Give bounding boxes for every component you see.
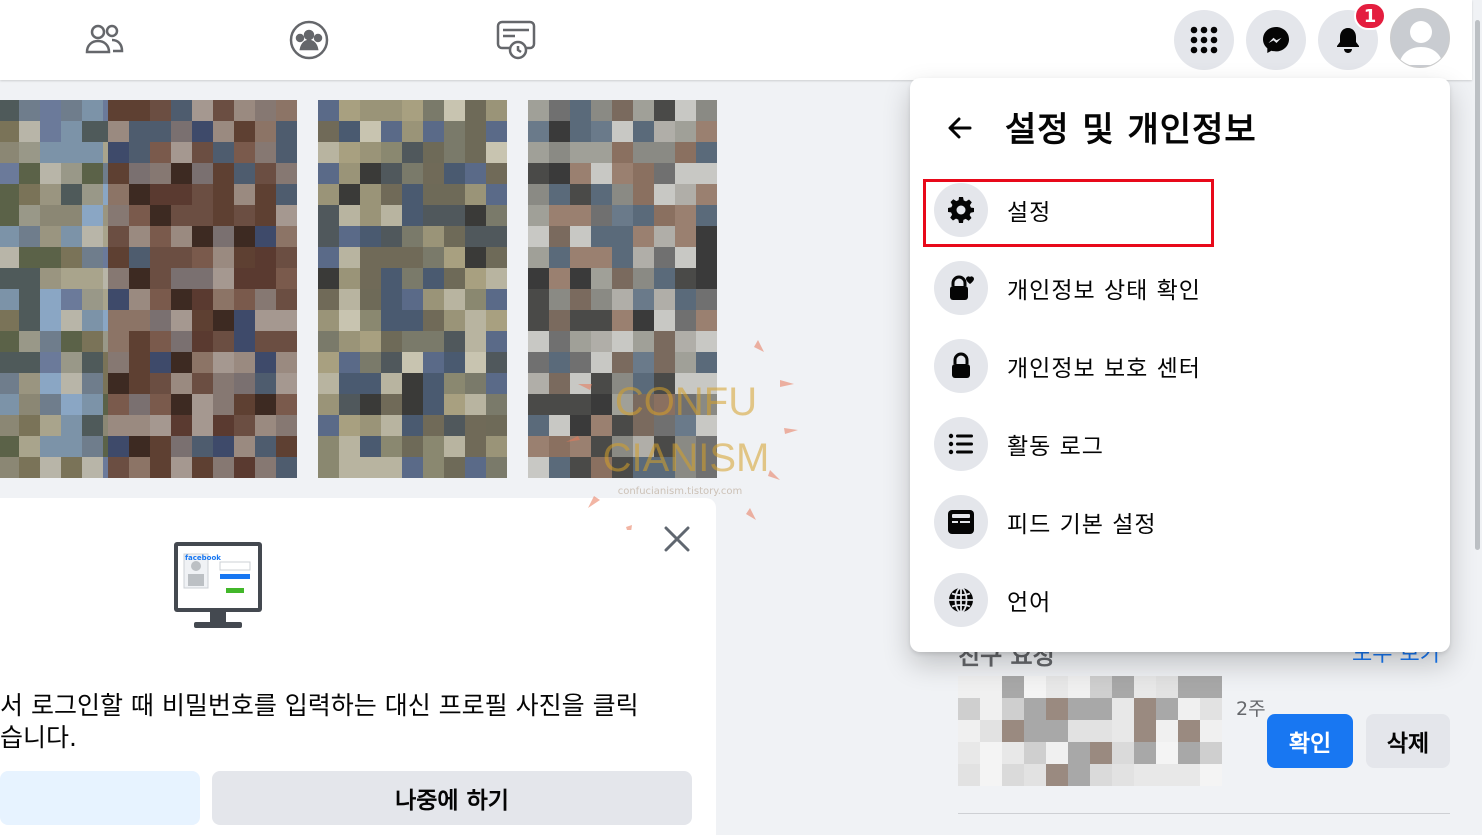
friends-icon[interactable]: [80, 16, 128, 64]
menu-item-privacy-center[interactable]: 개인정보 보호 센터: [924, 330, 1436, 402]
photo-3[interactable]: [318, 100, 508, 480]
card-description-line2: 습니다.: [0, 723, 77, 752]
menu-title: 설정 및 개인정보: [1005, 110, 1257, 150]
scrollbar-thumb[interactable]: [1475, 20, 1480, 550]
list-icon: [934, 417, 988, 471]
friend-request-avatar[interactable]: [958, 676, 1228, 786]
messenger-icon: [1263, 27, 1289, 53]
top-navigation-bar: 1: [0, 0, 1472, 80]
messenger-button[interactable]: [1246, 10, 1306, 70]
confirm-button[interactable]: 확인: [1267, 714, 1353, 768]
monitor-illustration-icon: facebook: [172, 540, 264, 632]
back-button[interactable]: [940, 108, 980, 148]
page-scrollbar[interactable]: [1472, 0, 1482, 835]
menu-item-label: 개인정보 보호 센터: [1007, 356, 1201, 382]
menu-item-label: 활동 로그: [1007, 434, 1104, 460]
menu-item-label: 개인정보 상태 확인: [1007, 278, 1201, 304]
menu-grid-button[interactable]: [1174, 10, 1234, 70]
later-button[interactable]: 나중에 하기: [212, 771, 692, 825]
avatar[interactable]: [1390, 8, 1450, 68]
bell-icon: [1337, 28, 1359, 53]
gear-icon: [934, 183, 988, 237]
photo-4[interactable]: [528, 100, 718, 480]
photo-2[interactable]: [108, 100, 298, 480]
card-description: 서 로그인할 때 비밀번호를 입력하는 대신 프로필 사진을 클릭 습니다.: [0, 690, 639, 754]
lock-heart-icon: [934, 261, 988, 315]
close-button[interactable]: [660, 522, 694, 556]
divider: [958, 813, 1450, 814]
feed-icon: [934, 495, 988, 549]
menu-item-privacy-checkup[interactable]: 개인정보 상태 확인: [924, 252, 1436, 324]
arrow-left-icon: [948, 117, 972, 139]
menu-item-language[interactable]: 언어: [924, 564, 1436, 636]
monitor-brand-label: facebook: [185, 554, 221, 562]
notification-badge: 1: [1354, 2, 1386, 30]
close-icon: [664, 526, 690, 552]
menu-item-label: 언어: [1007, 590, 1052, 616]
watermark-url: confucianism.tistory.com: [617, 486, 743, 497]
menu-item-feed-preferences[interactable]: 피드 기본 설정: [924, 486, 1436, 558]
menu-item-activity-log[interactable]: 활동 로그: [924, 408, 1436, 480]
grid-icon: [1190, 26, 1218, 54]
menu-item-label: 설정: [1007, 200, 1052, 226]
settings-privacy-menu: 설정 및 개인정보 설정 개인정보 상태 확인 개인정보 보호 센터 활동 로그…: [910, 78, 1450, 652]
globe-icon: [934, 573, 988, 627]
menu-item-settings[interactable]: 설정: [924, 174, 1436, 246]
card-description-line1: 서 로그인할 때 비밀번호를 입력하는 대신 프로필 사진을 클릭: [0, 691, 639, 720]
save-login-button[interactable]: [0, 771, 200, 825]
delete-button[interactable]: 삭제: [1366, 714, 1450, 768]
groups-icon[interactable]: [285, 16, 333, 64]
menu-item-label: 피드 기본 설정: [1007, 512, 1157, 538]
memories-icon[interactable]: [492, 16, 540, 64]
request-time: 2주: [1236, 698, 1266, 720]
lock-icon: [934, 339, 988, 393]
